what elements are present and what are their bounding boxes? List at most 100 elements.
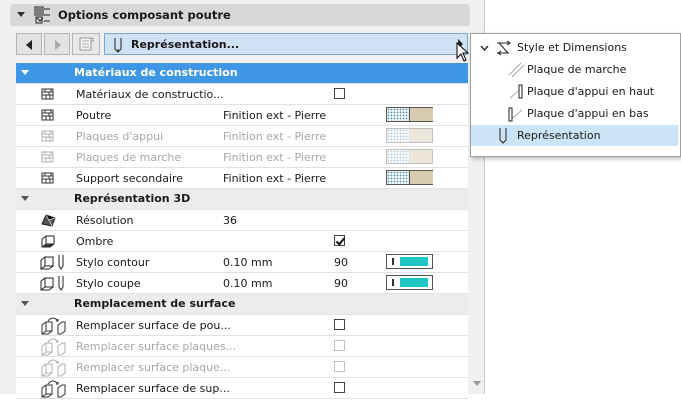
- popup-item[interactable]: Plaque d'appui en haut: [471, 81, 678, 102]
- section-label: Représentation 3D: [74, 192, 191, 205]
- material-color: [409, 108, 433, 121]
- setting-name: Stylo coupe: [76, 277, 141, 290]
- settings-row[interactable]: Remplacer surface de pou...: [16, 315, 468, 336]
- pen-weight-bar: [392, 279, 394, 286]
- setting-value[interactable]: 36: [223, 214, 237, 227]
- beam-options-icon: [34, 6, 52, 27]
- section-label: Remplacement de surface: [74, 297, 236, 310]
- settings-row[interactable]: Stylo coupe 0.10 mm 90: [16, 273, 468, 294]
- pen-color: [400, 278, 428, 287]
- setting-checkbox[interactable]: [334, 361, 345, 372]
- setting-value[interactable]: Finition ext - Pierre: [223, 151, 326, 164]
- setting-checkbox[interactable]: [334, 88, 345, 99]
- section-header[interactable]: Représentation 3D: [16, 189, 468, 210]
- section-label: Matériaux de construction: [74, 66, 238, 79]
- material-icon: [40, 170, 56, 189]
- settings-table: Matériaux de construction Matériaux de co…: [16, 63, 468, 399]
- material-pattern: [387, 171, 409, 184]
- material-pattern: [387, 150, 409, 163]
- settings-row[interactable]: Plaques d'appui Finition ext - Pierre: [16, 126, 468, 147]
- previous-button[interactable]: [16, 33, 42, 55]
- pen-number[interactable]: 90: [334, 277, 348, 290]
- setting-name: Plaques de marche: [76, 151, 182, 164]
- setting-name: Remplacer surface de pou...: [76, 319, 231, 332]
- material-swatch[interactable]: [386, 128, 433, 143]
- popup-item-label: Représentation: [517, 129, 601, 142]
- mouse-cursor-icon: [456, 41, 470, 67]
- settings-row[interactable]: Remplacer surface plaques...: [16, 336, 468, 357]
- collapse-triangle-icon[interactable]: [21, 301, 29, 306]
- popup-item[interactable]: Plaque de marche: [471, 59, 678, 80]
- setting-name: Support secondaire: [76, 172, 184, 185]
- setting-value[interactable]: Finition ext - Pierre: [223, 172, 326, 185]
- popup-item-label: Plaque d'appui en bas: [527, 107, 649, 120]
- panel-selector-label: Représentation...: [131, 38, 240, 51]
- panel-selector-combo[interactable]: Représentation...: [104, 33, 468, 55]
- material-icon: [40, 149, 56, 168]
- section-header[interactable]: Remplacement de surface: [16, 294, 468, 315]
- material-swatch[interactable]: [386, 107, 433, 122]
- representation-icon: [497, 127, 509, 148]
- surface-override-icon: [40, 380, 66, 401]
- list-view-button[interactable]: [72, 33, 100, 55]
- popup-item[interactable]: Plaque d'appui en bas: [471, 103, 678, 124]
- setting-checkbox[interactable]: [334, 319, 345, 330]
- settings-row[interactable]: Support secondaire Finition ext - Pierre: [16, 168, 468, 189]
- scroll-down-icon[interactable]: [473, 381, 481, 386]
- material-icon: [40, 128, 56, 147]
- settings-row[interactable]: Ombre: [16, 231, 468, 252]
- pen-contour-icon: [40, 254, 68, 275]
- setting-name: Stylo contour: [76, 256, 150, 269]
- arrow-right-icon: [55, 40, 61, 50]
- material-icon: [40, 107, 56, 126]
- setting-checkbox[interactable]: [334, 382, 345, 393]
- collapse-triangle-icon[interactable]: [17, 12, 25, 17]
- resolution-icon: [40, 212, 58, 231]
- collapse-triangle-icon[interactable]: [21, 196, 29, 201]
- surface-override-icon: [40, 359, 66, 380]
- collapse-triangle-icon[interactable]: [21, 70, 29, 75]
- setting-name: Remplacer surface plaque...: [76, 361, 231, 374]
- material-pattern: [387, 129, 409, 142]
- settings-row[interactable]: Remplacer surface de sup...: [16, 378, 468, 399]
- pen-color: [400, 257, 428, 266]
- pen-color-swatch[interactable]: [386, 254, 433, 269]
- setting-checkbox[interactable]: [334, 340, 345, 351]
- material-color: [409, 171, 433, 184]
- popup-group-style-dimensions[interactable]: Style et Dimensions: [471, 37, 678, 58]
- settings-row[interactable]: Remplacer surface plaque...: [16, 357, 468, 378]
- popup-item-label: Plaque de marche: [527, 63, 627, 76]
- pen-color-swatch[interactable]: [386, 275, 433, 290]
- panel-header[interactable]: Options composant poutre: [10, 4, 470, 26]
- section-header[interactable]: Matériaux de construction: [16, 63, 468, 84]
- settings-row[interactable]: Matériaux de constructio...: [16, 84, 468, 105]
- settings-row[interactable]: Plaques de marche Finition ext - Pierre: [16, 147, 468, 168]
- setting-name: Matériaux de constructio...: [76, 88, 224, 101]
- beam-settings-panel: Options composant poutre Représentation.…: [0, 0, 484, 399]
- settings-row[interactable]: Poutre Finition ext - Pierre: [16, 105, 468, 126]
- material-swatch[interactable]: [386, 170, 433, 185]
- setting-checkbox[interactable]: [334, 235, 345, 246]
- panel-selector-popup: Style et Dimensions Plaque de marche Pla…: [470, 33, 681, 157]
- popup-group-label: Style et Dimensions: [517, 41, 627, 54]
- material-icon: [40, 86, 56, 105]
- surface-override-icon: [40, 338, 66, 359]
- setting-value[interactable]: 0.10 mm: [223, 256, 272, 269]
- next-button[interactable]: [44, 33, 70, 55]
- pen-weight-bar: [392, 258, 394, 265]
- panel-title: Options composant poutre: [58, 8, 231, 22]
- settings-row[interactable]: Stylo contour 0.10 mm 90: [16, 252, 468, 273]
- list-icon: [79, 37, 95, 54]
- setting-name: Résolution: [76, 214, 134, 227]
- pen-number[interactable]: 90: [334, 256, 348, 269]
- pen-cut-icon: [40, 275, 68, 296]
- material-pattern: [387, 108, 409, 121]
- setting-name: Remplacer surface plaques...: [76, 340, 237, 353]
- setting-value[interactable]: Finition ext - Pierre: [223, 130, 326, 143]
- setting-value[interactable]: 0.10 mm: [223, 277, 272, 290]
- material-swatch[interactable]: [386, 149, 433, 164]
- settings-row[interactable]: Résolution 36: [16, 210, 468, 231]
- popup-item[interactable]: Représentation: [471, 125, 678, 146]
- tread-plate-icon: [507, 61, 525, 82]
- setting-value[interactable]: Finition ext - Pierre: [223, 109, 326, 122]
